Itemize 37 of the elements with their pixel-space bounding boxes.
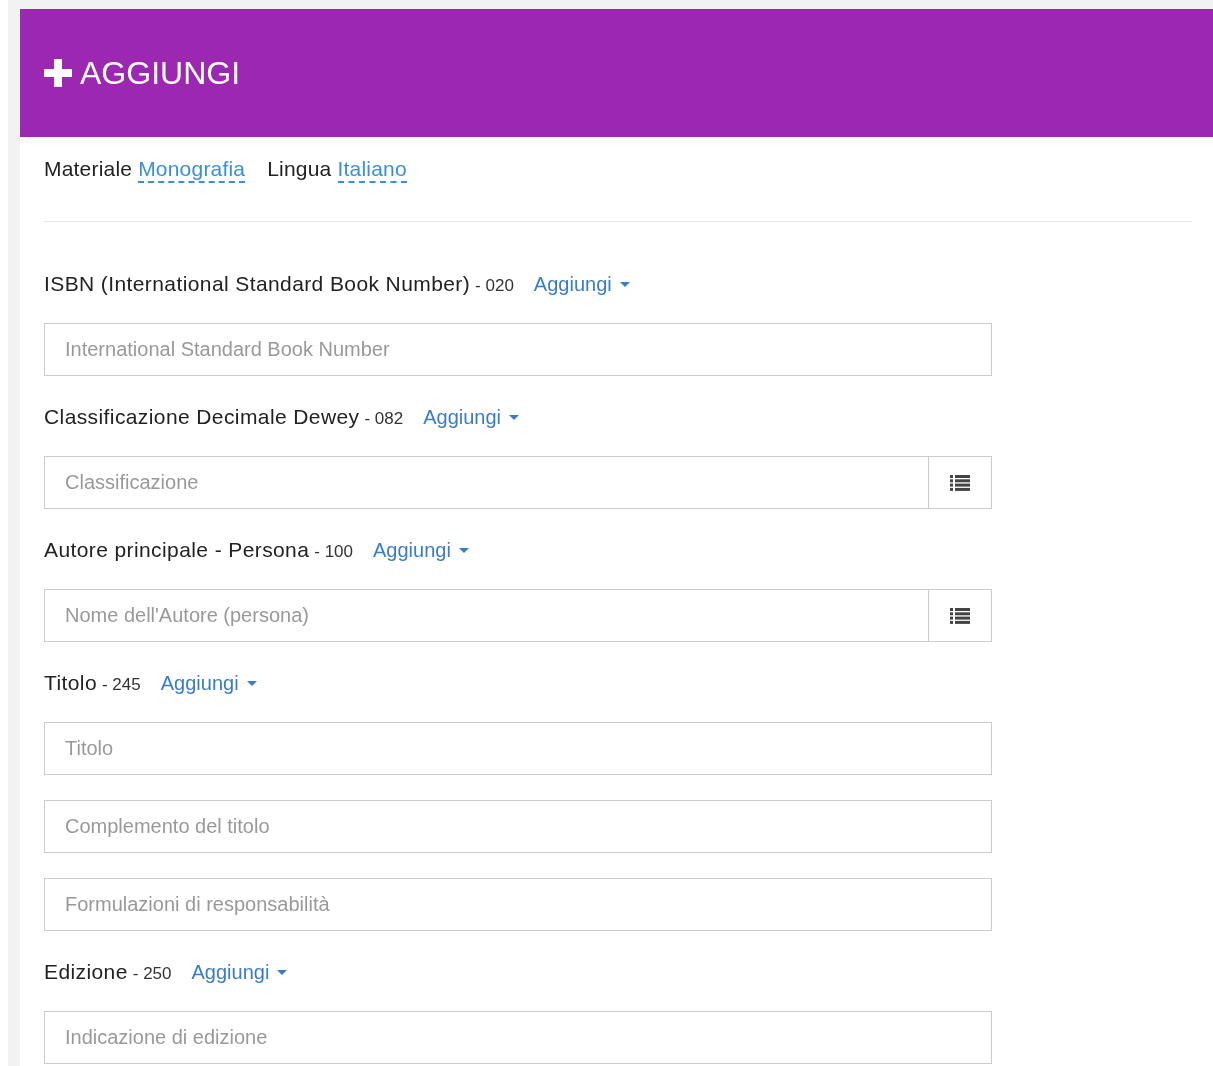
text-field[interactable]: International Standard Book Number (44, 323, 992, 376)
caret-icon (509, 414, 520, 420)
field-label: Edizione (44, 959, 128, 985)
meta-value-link[interactable]: Italiano (337, 157, 407, 183)
add-dropdown-link[interactable]: Aggiungi (160, 669, 257, 697)
text-field[interactable]: Formulazioni di responsabilità (44, 878, 992, 931)
list-icon (950, 607, 970, 624)
field-label: ISBN (International Standard Book Number) (44, 271, 471, 297)
field-code: - 082 (364, 408, 404, 430)
list-button[interactable] (928, 589, 992, 642)
add-dropdown-link[interactable]: Aggiungi (373, 536, 469, 564)
add-dropdown-link[interactable]: Aggiungi (423, 403, 520, 431)
field-label: Autore principale - Persona (44, 537, 310, 563)
text-field[interactable]: Indicazione di edizione (44, 1011, 992, 1064)
add-dropdown-link[interactable]: Aggiungi (533, 270, 630, 298)
caret-icon (619, 281, 630, 287)
meta-label: Materiale (44, 157, 133, 182)
caret-icon (246, 680, 257, 686)
caret-icon (277, 969, 288, 975)
caret-icon (458, 547, 469, 553)
text-field[interactable]: Classificazione (44, 456, 928, 509)
list-button[interactable] (928, 456, 992, 509)
meta-value-link[interactable]: Monografia (138, 157, 246, 183)
form-title: AGGIUNGI (80, 55, 240, 91)
field-label: Classificazione Decimale Dewey (44, 404, 360, 430)
field-code: - 020 (475, 275, 514, 297)
field-label: Titolo (44, 670, 97, 696)
text-field[interactable]: Nome dell'Autore (persona) (44, 589, 928, 642)
add-dropdown-link[interactable]: Aggiungi (191, 958, 288, 986)
text-field[interactable]: Titolo (44, 722, 992, 775)
text-field[interactable]: Complemento del titolo (44, 800, 992, 853)
list-icon (950, 474, 970, 491)
field-code: - 100 (314, 541, 354, 563)
plus-icon (44, 59, 72, 87)
field-code: - 250 (132, 963, 172, 985)
meta-label: Lingua (267, 157, 332, 182)
field-code: - 245 (102, 674, 141, 696)
